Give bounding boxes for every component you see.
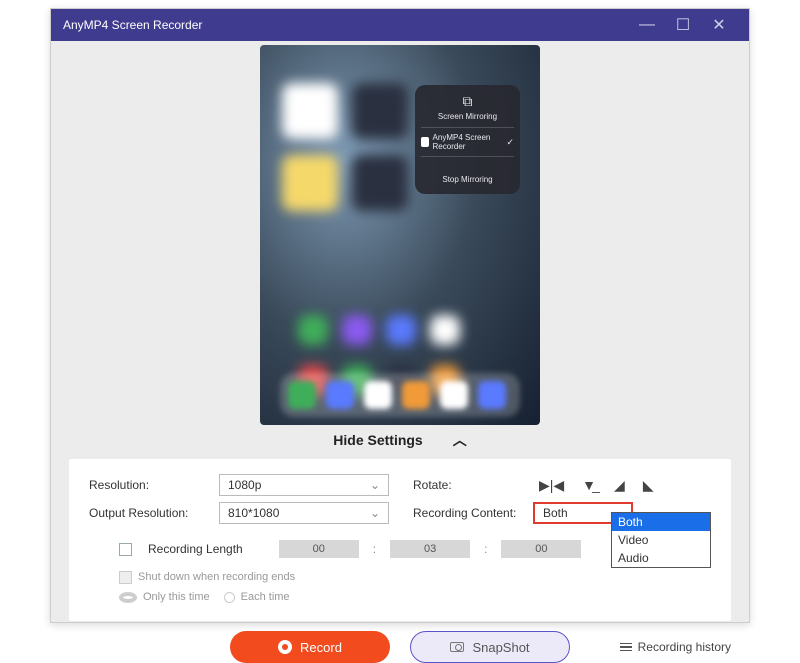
rotate-label: Rotate: (413, 478, 523, 492)
list-icon (620, 643, 632, 652)
recording-length-label: Recording Length (148, 542, 243, 556)
only-this-time-label: Only this time (143, 591, 210, 603)
recording-history-link[interactable]: Recording history (620, 640, 731, 654)
resolution-label: Resolution: (89, 478, 209, 492)
phone-preview: ⧉ Screen Mirroring AnyMP4 Screen Recorde… (260, 45, 540, 425)
resolution-select[interactable]: 1080p ⌄ (219, 474, 389, 496)
record-button[interactable]: Record (230, 631, 390, 663)
check-icon: ✓ (506, 137, 514, 148)
screen-mirroring-panel: ⧉ Screen Mirroring AnyMP4 Screen Recorde… (415, 85, 520, 194)
each-time-label: Each time (241, 591, 290, 603)
snapshot-button[interactable]: SnapShot (410, 631, 570, 663)
mirroring-device-item[interactable]: AnyMP4 Screen Recorder ✓ (421, 127, 514, 157)
mirroring-icon: ⧉ (421, 93, 514, 110)
output-resolution-select[interactable]: 810*1080 ⌄ (219, 502, 389, 524)
record-icon (278, 640, 292, 654)
chevron-down-icon: ⌄ (370, 506, 380, 520)
output-resolution-label: Output Resolution: (89, 506, 209, 520)
time-seconds[interactable] (501, 540, 581, 558)
settings-panel: Resolution: 1080p ⌄ Rotate: ▶|◀ ▼̲ ◢ ◣ O… (69, 459, 731, 621)
close-button[interactable]: ✕ (701, 15, 737, 35)
app-window: AnyMP4 Screen Recorder ― ☐ ✕ (50, 8, 750, 623)
rotate-left-icon[interactable]: ◢ (614, 477, 625, 494)
flip-horizontal-icon[interactable]: ▶|◀ (539, 477, 564, 494)
each-time-radio[interactable] (224, 592, 235, 603)
minimize-button[interactable]: ― (629, 16, 665, 34)
chevron-up-icon: ︿ (453, 430, 467, 450)
mirroring-title: Screen Mirroring (421, 112, 514, 121)
option-audio[interactable]: Audio (612, 549, 710, 567)
titlebar: AnyMP4 Screen Recorder ― ☐ ✕ (51, 9, 749, 41)
recording-content-label: Recording Content: (413, 506, 523, 520)
only-this-time-radio[interactable] (119, 592, 137, 603)
time-hours[interactable] (279, 540, 359, 558)
time-minutes[interactable] (390, 540, 470, 558)
flip-vertical-icon[interactable]: ▼̲ (582, 477, 596, 494)
option-both[interactable]: Both (612, 513, 710, 531)
recording-content-dropdown: Both Video Audio (611, 512, 711, 568)
app-title: AnyMP4 Screen Recorder (63, 18, 629, 32)
hide-settings-toggle[interactable]: Hide Settings ︿ (51, 425, 749, 455)
device-icon (421, 137, 429, 147)
maximize-button[interactable]: ☐ (665, 15, 701, 35)
shutdown-checkbox[interactable] (119, 571, 132, 584)
hide-settings-label: Hide Settings (333, 432, 422, 448)
rotate-right-icon[interactable]: ◣ (643, 477, 654, 494)
camera-icon (450, 642, 464, 652)
chevron-down-icon: ⌄ (370, 478, 380, 492)
device-name: AnyMP4 Screen Recorder (433, 133, 503, 151)
stop-mirroring-button[interactable]: Stop Mirroring (421, 175, 514, 184)
recording-length-checkbox[interactable] (119, 543, 132, 556)
shutdown-label: Shut down when recording ends (138, 571, 295, 583)
option-video[interactable]: Video (612, 531, 710, 549)
